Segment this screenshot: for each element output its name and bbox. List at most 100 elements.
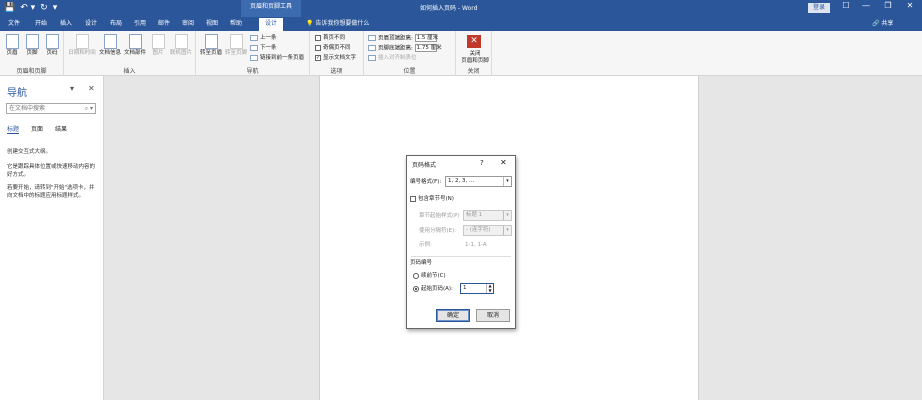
redo-icon[interactable]: ↻	[40, 2, 48, 14]
picture-button[interactable]: 图片	[148, 34, 168, 57]
chapter-style-label: 章节起始样式(P)	[419, 213, 460, 219]
group-label: 插入	[123, 68, 136, 75]
group-label: 关闭	[467, 68, 480, 75]
tab-layout[interactable]: 布局	[110, 19, 122, 29]
number-format-label: 编号格式(F):	[410, 179, 442, 185]
tab-insert[interactable]: 插入	[60, 19, 72, 29]
nav-pane-title: 导航	[7, 88, 27, 99]
save-icon[interactable]: 💾	[4, 2, 15, 14]
tab-design[interactable]: 设计	[85, 19, 97, 29]
nav-tab-pages[interactable]: 页面	[31, 124, 43, 133]
group-navigation: 转至页眉 转至页脚 上一条 下一条 链接到前一条页眉 导航	[196, 31, 310, 76]
nav-search-input[interactable]: 在文档中搜索 ⌕ ▾	[6, 103, 96, 114]
goto-footer-button[interactable]: 转至页脚	[224, 34, 248, 57]
tab-hf-design[interactable]: 设计	[259, 18, 284, 31]
quick-parts-icon	[128, 34, 142, 49]
quick-parts-button[interactable]: 文档部件	[123, 34, 147, 57]
help-icon[interactable]: ?	[480, 159, 484, 167]
separator-label: 使用分隔符(E):	[419, 228, 457, 234]
header-distance-input[interactable]: 1.5 厘米	[414, 34, 438, 42]
page-number-button[interactable]: 页码	[42, 34, 62, 57]
link-to-previous-button[interactable]: 链接到前一条页眉	[250, 54, 304, 62]
nav-tab-headings[interactable]: 标题	[7, 124, 20, 134]
goto-header-button[interactable]: 转至页眉	[199, 34, 223, 57]
dialog-close-icon[interactable]: ✕	[500, 158, 507, 167]
nav-dropdown-icon[interactable]: ▾	[70, 84, 74, 93]
checkbox-icon	[315, 44, 321, 51]
checkmark-icon: ✓	[315, 54, 321, 61]
insert-align-tab-button[interactable]: 插入对齐制表位	[368, 54, 417, 62]
window-close-icon[interactable]: ✕	[900, 1, 920, 10]
goto-header-icon	[204, 34, 218, 49]
nav-help-text-3: 若要开始，请转到"开始"选项卡，并向文档中的标题应用标题样式。	[7, 185, 95, 199]
footer-icon	[25, 34, 39, 49]
nav-close-icon[interactable]: ✕	[88, 84, 95, 93]
footer-distance-input[interactable]: 1.75 厘米	[414, 44, 442, 52]
group-insert: 日期和时间 文档信息 文档部件 图片 联机图片 插入	[64, 31, 196, 76]
ribbon-tabs: 文件 开始 插入 设计 布局 引用 邮件 审阅 视图 帮助 设计 💡 告诉我你想…	[0, 17, 922, 31]
online-picture-button[interactable]: 联机图片	[168, 34, 194, 57]
contextual-tools-label: 页眉和页脚工具	[241, 0, 301, 17]
dialog-title: 页码格式	[412, 162, 437, 169]
undo-icon[interactable]: ↶ ▾	[20, 2, 35, 14]
tab-home[interactable]: 开始	[35, 19, 47, 29]
radio-icon	[413, 272, 419, 279]
group-options: 首页不同 奇偶页不同 ✓ 显示文档文字 选项	[310, 31, 364, 76]
tab-references[interactable]: 引用	[134, 19, 146, 29]
ribbon-options-icon[interactable]: ☐	[836, 1, 856, 10]
checkbox-icon	[315, 34, 321, 41]
goto-footer-icon	[229, 34, 243, 49]
group-label: 页眉和页脚	[16, 68, 47, 75]
group-position: 页眉顶端距离: 1.5 厘米 页脚底端距离: 1.75 厘米 插入对齐制表位 位…	[364, 31, 456, 76]
customize-qat-icon[interactable]: ▾	[53, 2, 58, 14]
footer-distance: 页脚底端距离: 1.75 厘米	[368, 44, 442, 53]
next-button[interactable]: 下一条	[250, 44, 277, 52]
close-hf-icon[interactable]: ✕	[467, 35, 481, 48]
cancel-button[interactable]: 取消	[476, 309, 510, 322]
start-at-input[interactable]: 1 ▲ ▼	[460, 283, 494, 294]
continue-previous-radio[interactable]: 续前节(C)	[413, 272, 446, 280]
minimize-icon[interactable]: —	[856, 1, 876, 10]
navigation-pane: 导航 ▾ ✕ 在文档中搜索 ⌕ ▾ 标题 页面 结果 创建交互式大纲。 它是跟踪…	[0, 76, 104, 400]
chevron-down-icon: ▾	[503, 211, 511, 220]
group-header-footer: 页眉 页脚 页码 页眉和页脚	[0, 31, 64, 76]
different-odd-even-checkbox[interactable]: 奇偶页不同	[315, 44, 351, 52]
login-button[interactable]: 登录	[808, 3, 830, 13]
tab-view[interactable]: 视图	[206, 19, 218, 29]
align-tab-icon	[368, 54, 376, 61]
checkbox-icon	[410, 195, 416, 202]
quick-access-toolbar: 💾 ↶ ▾ ↻ ▾	[4, 2, 57, 14]
tab-help[interactable]: 帮助	[230, 19, 242, 29]
close-hf-button[interactable]: 关闭 页眉和页脚	[458, 51, 492, 65]
different-first-page-checkbox[interactable]: 首页不同	[315, 34, 345, 42]
include-chapter-checkbox[interactable]: 包含章节号(N)	[410, 195, 454, 203]
search-icon[interactable]: ⌕ ▾	[85, 104, 93, 113]
header-button[interactable]: 页眉	[2, 34, 22, 57]
doc-info-button[interactable]: 文档信息	[98, 34, 122, 57]
restore-icon[interactable]: ❐	[878, 1, 898, 10]
tell-me-search[interactable]: 💡 告诉我你想要做什么	[306, 19, 369, 29]
nav-tab-results[interactable]: 结果	[55, 124, 67, 133]
divider	[411, 256, 511, 257]
radio-selected-icon	[413, 285, 419, 292]
footer-button[interactable]: 页脚	[22, 34, 42, 57]
picture-icon	[151, 34, 165, 49]
spinner-icon[interactable]: ▲ ▼	[486, 283, 493, 293]
next-icon	[250, 44, 258, 51]
tab-file[interactable]: 文件	[8, 19, 20, 29]
date-time-button[interactable]: 日期和时间	[67, 34, 97, 57]
chapter-style-select[interactable]: 标题 1 ▾	[463, 210, 512, 221]
previous-button[interactable]: 上一条	[250, 34, 277, 42]
chevron-down-icon: ▾	[503, 177, 511, 186]
nav-help-text-1: 创建交互式大纲。	[7, 149, 52, 155]
show-doc-text-checkbox[interactable]: ✓ 显示文档文字	[315, 54, 356, 62]
separator-select[interactable]: - (连字符) ▾	[463, 225, 512, 236]
share-button[interactable]: 🔗 共享	[872, 19, 893, 29]
tab-mailings[interactable]: 邮件	[158, 19, 170, 29]
start-at-radio[interactable]: 起始页码(A):	[413, 285, 453, 293]
ok-button[interactable]: 确定	[436, 309, 470, 322]
tab-review[interactable]: 审阅	[182, 19, 194, 29]
group-label: 位置	[403, 68, 416, 75]
chevron-down-icon: ▾	[503, 226, 511, 235]
number-format-select[interactable]: 1, 2, 3, … ▾	[445, 176, 512, 187]
